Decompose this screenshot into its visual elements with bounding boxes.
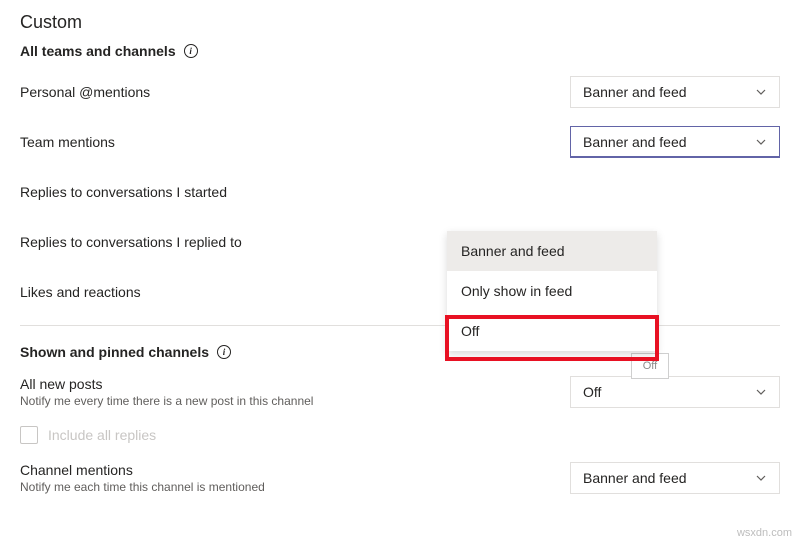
row-channel-mentions: Channel mentions Notify me each time thi…: [20, 462, 780, 496]
section-all-teams-header: All teams and channels i: [20, 43, 780, 59]
row-team-mentions: Team mentions Banner and feed: [20, 125, 780, 159]
section-all-teams-title: All teams and channels: [20, 43, 176, 59]
sub-all-new-posts: Notify me every time there is a new post…: [20, 394, 313, 408]
label-likes-reactions: Likes and reactions: [20, 284, 141, 300]
sub-channel-mentions: Notify me each time this channel is ment…: [20, 480, 265, 494]
section-pinned-title: Shown and pinned channels: [20, 344, 209, 360]
chevron-down-icon: [755, 86, 767, 98]
label-replies-started: Replies to conversations I started: [20, 184, 227, 200]
label-personal-mentions: Personal @mentions: [20, 84, 150, 100]
chevron-down-icon: [755, 386, 767, 398]
section-divider: [20, 325, 780, 326]
dropdown-personal-mentions[interactable]: Banner and feed: [570, 76, 780, 108]
label-team-mentions: Team mentions: [20, 134, 115, 150]
dropdown-value: Banner and feed: [583, 84, 755, 100]
info-icon[interactable]: i: [217, 345, 231, 359]
dropdown-popup: Banner and feed Only show in feed Off: [447, 231, 657, 351]
row-include-replies: Include all replies: [20, 426, 780, 444]
dropdown-option-off[interactable]: Off: [447, 311, 657, 351]
row-replies-started: Replies to conversations I started: [20, 175, 780, 209]
row-likes-reactions: Likes and reactions: [20, 275, 780, 309]
row-all-new-posts: All new posts Notify me every time there…: [20, 376, 780, 410]
dropdown-option-only-feed[interactable]: Only show in feed: [447, 271, 657, 311]
page-title: Custom: [20, 12, 780, 33]
label-include-replies: Include all replies: [48, 427, 156, 443]
info-icon[interactable]: i: [184, 44, 198, 58]
dropdown-value: Banner and feed: [583, 134, 755, 150]
select-peek-box: Off: [631, 353, 669, 379]
row-replies-replied: Replies to conversations I replied to: [20, 225, 780, 259]
label-channel-mentions: Channel mentions: [20, 462, 265, 478]
watermark: wsxdn.com: [737, 527, 792, 539]
chevron-down-icon: [755, 472, 767, 484]
checkbox-include-replies: [20, 426, 38, 444]
dropdown-option-banner-feed[interactable]: Banner and feed: [447, 231, 657, 271]
label-all-new-posts: All new posts: [20, 376, 313, 392]
dropdown-team-mentions[interactable]: Banner and feed: [570, 126, 780, 158]
row-personal-mentions: Personal @mentions Banner and feed: [20, 75, 780, 109]
dropdown-channel-mentions[interactable]: Banner and feed: [570, 462, 780, 494]
dropdown-value: Banner and feed: [583, 470, 755, 486]
chevron-down-icon: [755, 136, 767, 148]
dropdown-all-new-posts[interactable]: Off: [570, 376, 780, 408]
label-replies-replied: Replies to conversations I replied to: [20, 234, 242, 250]
dropdown-value: Off: [583, 384, 755, 400]
